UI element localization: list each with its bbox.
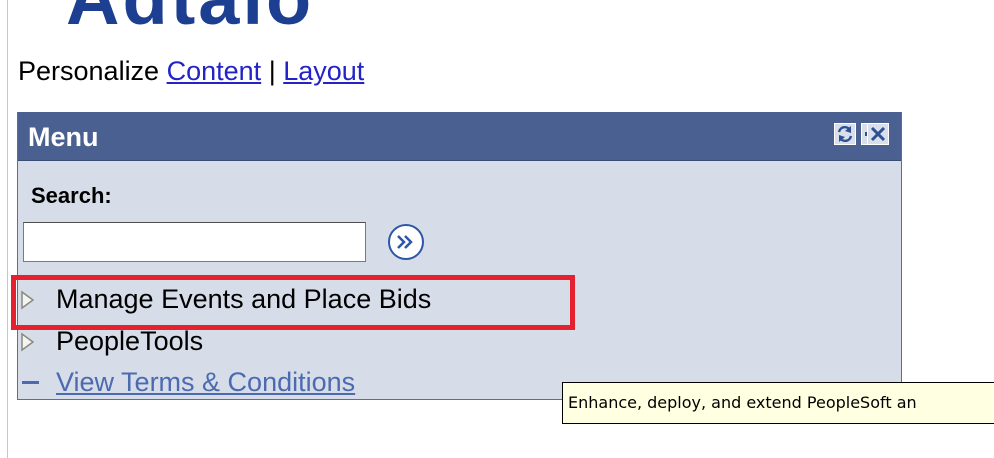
expand-triangle-icon — [21, 332, 35, 352]
close-button[interactable] — [867, 123, 889, 145]
refresh-icon — [837, 125, 853, 143]
personalize-label: Personalize — [18, 56, 160, 86]
menu-item-view-terms[interactable]: View Terms & Conditions — [18, 365, 438, 401]
highlight-annotation — [11, 275, 575, 330]
layout-link[interactable]: Layout — [283, 56, 364, 86]
tooltip: Enhance, deploy, and extend PeopleSoft a… — [562, 382, 994, 424]
refresh-button[interactable] — [834, 123, 856, 145]
close-icon — [870, 126, 886, 142]
menu-item-label: View Terms & Conditions — [56, 367, 356, 397]
double-chevron-right-icon — [397, 235, 413, 249]
dash-icon — [22, 381, 39, 384]
menu-title: Menu — [28, 122, 99, 152]
search-go-button[interactable] — [388, 224, 424, 260]
search-input[interactable] — [23, 222, 366, 262]
menu-pagelet: Menu Search: Manage Events and Place Bid… — [17, 112, 902, 400]
content-link[interactable]: Content — [167, 56, 262, 86]
menu-header: Menu — [18, 112, 901, 161]
personalize-bar: Personalize Content | Layout — [18, 55, 364, 87]
logo: Adtalo — [66, 0, 314, 36]
personalize-separator: | — [268, 56, 276, 86]
left-divider — [7, 0, 8, 458]
search-label: Search: — [31, 183, 112, 208]
